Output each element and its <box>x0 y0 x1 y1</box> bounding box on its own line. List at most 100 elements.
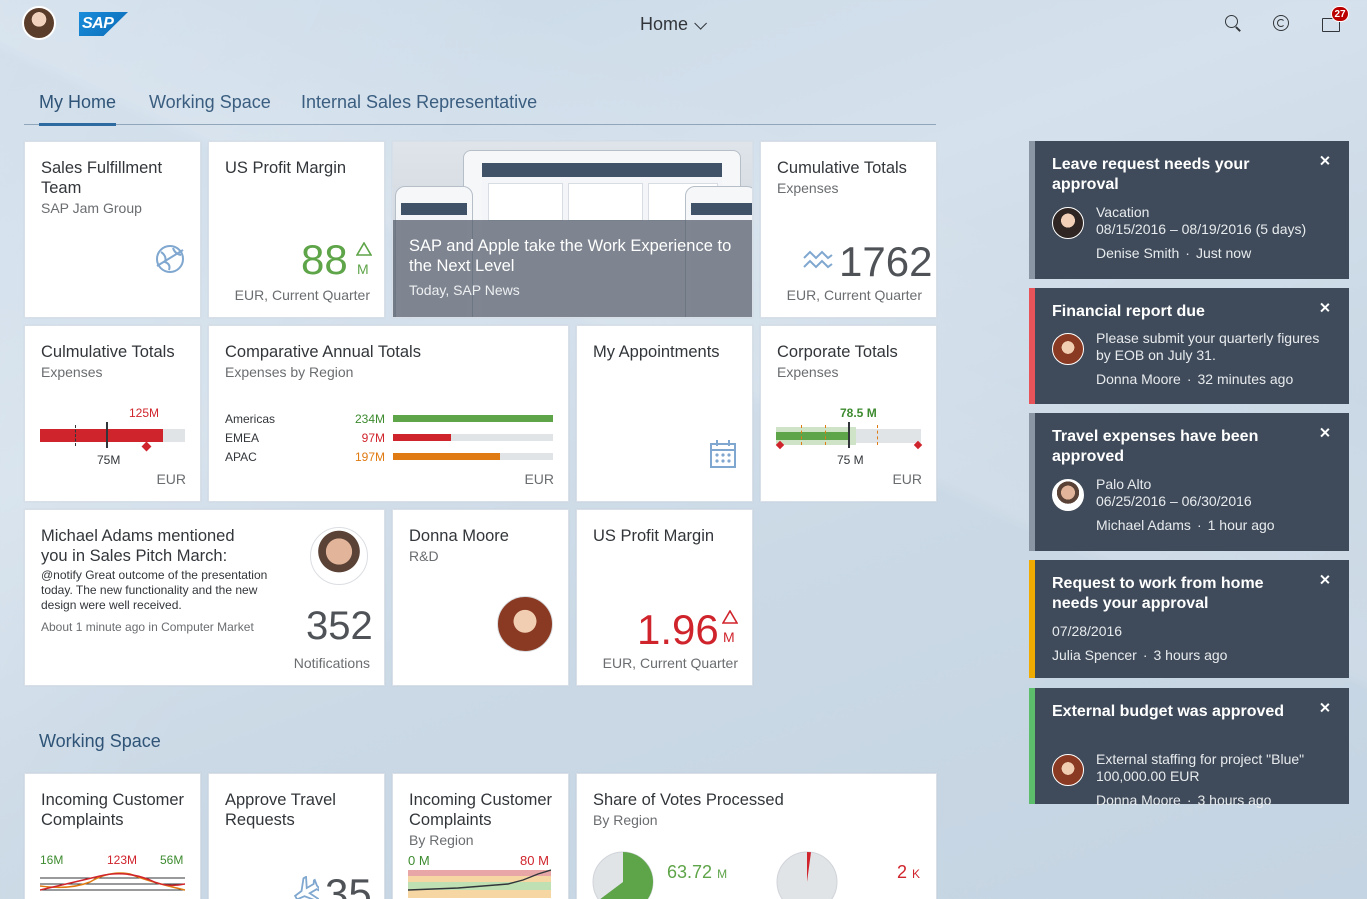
shell-title-text: Home <box>640 14 689 34</box>
kpi-value: 1.96 <box>637 606 719 653</box>
notification-avatar <box>1052 754 1084 786</box>
bullet-bar-actual <box>40 429 163 442</box>
tab-internal-sales-rep[interactable]: Internal Sales Representative <box>301 92 537 123</box>
tile-corporate-totals[interactable]: Corporate Totals Expenses 78.5 M 75 M EU… <box>760 325 937 502</box>
section-title-working-space: Working Space <box>39 731 161 751</box>
tile-title: Corporate Totals <box>777 343 898 361</box>
chevron-down-icon <box>694 17 708 30</box>
tile-share-of-votes[interactable]: Share of Votes Processed By Region 63.72… <box>576 773 937 899</box>
shell-header: SAP Home 27 <box>0 0 1367 48</box>
user-avatar[interactable] <box>22 6 56 40</box>
notification-count-badge: 27 <box>1331 6 1349 22</box>
notification-title: Financial report due <box>1052 303 1205 320</box>
notification-time: 3 hours ago <box>1153 647 1228 663</box>
tile-footer: EUR <box>892 471 922 487</box>
pie-chart-1 <box>592 851 654 899</box>
notification-priority-accent <box>1029 688 1035 804</box>
kpi-unit: M <box>723 629 735 645</box>
close-icon[interactable] <box>1319 702 1331 714</box>
tile-title: Culmulative Totals <box>41 343 175 361</box>
notification-avatar <box>1052 207 1084 239</box>
news-subtitle: Today, SAP News <box>409 282 520 298</box>
close-icon[interactable] <box>1319 427 1331 439</box>
bullet-tick <box>877 425 878 445</box>
tile-mention[interactable]: Michael Adams mentioned you in Sales Pit… <box>24 509 385 686</box>
tile-incoming-complaints-by-region[interactable]: Incoming Customer Complaints By Region 0… <box>392 773 569 899</box>
close-icon[interactable] <box>1319 155 1331 167</box>
comparison-row-label: APAC <box>225 450 257 464</box>
pie-2-value: 2 K <box>897 862 920 883</box>
shell-title-menu[interactable]: Home <box>640 14 708 35</box>
copilot-icon[interactable] <box>1272 14 1292 34</box>
pie-1-unit: M <box>717 867 728 881</box>
notification-item[interactable]: Financial report due Please submit your q… <box>1029 288 1349 404</box>
notification-author: Denise Smith <box>1096 245 1180 261</box>
tile-subtitle: Expenses by Region <box>225 364 354 380</box>
notification-author: Donna Moore <box>1096 792 1181 808</box>
tile-approve-travel-requests[interactable]: Approve Travel Requests 35 <box>208 773 385 899</box>
notification-title: Request to work from home needs your app… <box>1052 575 1264 612</box>
pie-2-number: 2 <box>897 862 908 882</box>
comparison-row-value: 234M <box>355 412 386 426</box>
tile-title: Incoming Customer Complaints <box>41 791 185 829</box>
bullet-tick <box>825 425 826 445</box>
notification-text: 06/25/2016 – 06/30/2016 <box>1096 493 1252 509</box>
close-icon[interactable] <box>1319 302 1331 314</box>
tab-my-home[interactable]: My Home <box>39 92 117 126</box>
close-icon[interactable] <box>1319 574 1331 586</box>
tile-subtitle: By Region <box>593 812 658 828</box>
notification-item[interactable]: External budget was approved External sta… <box>1029 688 1349 808</box>
kpi-value: 35 <box>325 870 372 899</box>
tile-news[interactable]: SAP and Apple take the Work Experience t… <box>392 141 753 318</box>
notification-text: Please submit your quarterly figures <box>1096 330 1320 346</box>
tile-my-appointments[interactable]: My Appointments <box>576 325 753 502</box>
tile-sales-fulfillment-team[interactable]: Sales Fulfillment Team SAP Jam Group <box>24 141 201 318</box>
notification-item[interactable]: Travel expenses have been approved Palo A… <box>1029 413 1349 551</box>
actual-label: 75M <box>97 453 121 467</box>
notification-text: 07/28/2016 <box>1052 623 1123 639</box>
tile-footer: EUR, Current Quarter <box>602 655 738 671</box>
pie-1-value: 63.72 M <box>667 862 727 883</box>
notification-meta: Donna Moore · 32 minutes ago <box>1096 371 1293 387</box>
bullet-diamond <box>141 441 152 452</box>
search-icon[interactable] <box>1224 14 1244 34</box>
comparison-row-label: EMEA <box>225 431 260 445</box>
tile-us-profit-margin-2[interactable]: US Profit Margin 1.96 M EUR, Current Qua… <box>576 509 753 686</box>
tile-incoming-complaints[interactable]: Incoming Customer Complaints 16M 123M 56… <box>24 773 201 899</box>
tile-footer: EUR <box>156 471 186 487</box>
notification-text: External staffing for project "Blue" <box>1096 751 1305 767</box>
chart-label-end: 56M <box>160 853 184 867</box>
tile-footer: EUR, Current Quarter <box>234 287 370 303</box>
tile-comparative-annual-totals[interactable]: Comparative Annual Totals Expenses by Re… <box>208 325 569 502</box>
tile-cumulative-totals[interactable]: Cumulative Totals Expenses 1762 EUR, Cur… <box>760 141 937 318</box>
comparison-bar <box>393 434 451 441</box>
globe-icon <box>156 245 184 273</box>
trend-up-icon <box>722 610 738 624</box>
news-title: SAP and Apple take the Work Experience t… <box>409 237 732 275</box>
notification-priority-accent <box>1029 413 1035 551</box>
tile-subtitle: R&D <box>409 548 439 564</box>
notification-text: 100,000.00 EUR <box>1096 768 1200 784</box>
tile-subtitle: Expenses <box>777 364 839 380</box>
notification-title: External budget was approved <box>1052 703 1285 720</box>
tab-working-space[interactable]: Working Space <box>149 92 271 123</box>
notification-item[interactable]: Request to work from home needs your app… <box>1029 560 1349 678</box>
comparison-bar <box>393 453 500 460</box>
tile-title: US Profit Margin <box>593 527 715 545</box>
meta-separator: · <box>1142 647 1148 663</box>
notification-item[interactable]: Leave request needs your approval Vacatio… <box>1029 141 1349 279</box>
notification-title: Leave request needs your approval <box>1052 156 1250 193</box>
notification-count: 352 <box>306 604 373 648</box>
tile-donna-moore[interactable]: Donna Moore R&D <box>392 509 569 686</box>
notification-avatar <box>1052 479 1084 511</box>
actual-label: 78.5 M <box>840 406 877 420</box>
notification-count-label: Notifications <box>293 655 370 671</box>
pie-1-number: 63.72 <box>667 862 713 882</box>
tile-us-profit-margin[interactable]: US Profit Margin 88 M EUR, Current Quart… <box>208 141 385 318</box>
max-label: 80 M <box>520 853 549 868</box>
pie-chart-2 <box>776 851 838 899</box>
tile-culmulative-totals[interactable]: Culmulative Totals Expenses 125M 75M EUR <box>24 325 201 502</box>
tile-title: Sales Fulfillment Team <box>41 159 163 197</box>
tab-bar: My Home Working Space Internal Sales Rep… <box>24 90 936 126</box>
min-label: 0 M <box>408 853 430 868</box>
